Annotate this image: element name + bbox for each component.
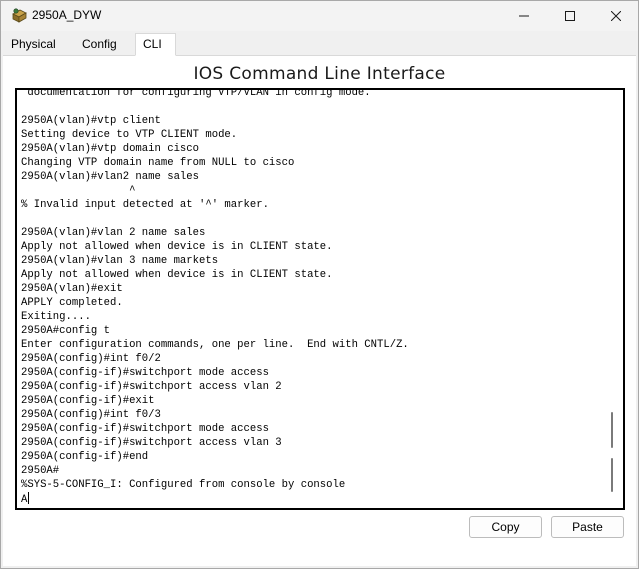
terminal-line: APPLY completed. — [21, 297, 123, 309]
terminal-line: Changing VTP domain name from NULL to ci… — [21, 157, 295, 169]
terminal-line: A — [21, 492, 30, 506]
terminal-line: 2950A(vlan)#vtp domain cisco — [21, 143, 200, 155]
tab-cli[interactable]: CLI — [135, 33, 176, 56]
tab-config[interactable]: Config — [74, 33, 131, 54]
terminal-line: Setting device to VTP CLIENT mode. — [21, 129, 238, 141]
terminal-line: 2950A(vlan)#vtp client — [21, 115, 161, 127]
text-cursor — [28, 492, 30, 504]
terminal-line: Apply not allowed when device is in CLIE… — [21, 241, 333, 253]
app-window: 2950A_DYW Physical Config CLI IOS Comman… — [0, 0, 639, 569]
tab-physical[interactable]: Physical — [3, 33, 69, 54]
terminal-line: % Invalid input detected at '^' marker. — [21, 199, 269, 211]
minimize-button[interactable] — [501, 1, 547, 31]
close-button[interactable] — [593, 1, 639, 31]
terminal-line: 2950A(config-if)#switchport access vlan … — [21, 381, 282, 393]
terminal-line: 2950A(vlan)#vlan 2 name sales — [21, 227, 206, 239]
paste-button[interactable]: Paste — [551, 516, 624, 538]
panel-title: IOS Command Line Interface — [193, 64, 446, 84]
terminal-line: %SYS-5-CONFIG_I: Configured from console… — [21, 479, 346, 491]
terminal-line: 2950A(config)#int f0/2 — [21, 353, 161, 365]
terminal-line: Enter configuration commands, one per li… — [21, 339, 409, 351]
cli-terminal[interactable]: documentation for configuring VTP/VLAN i… — [15, 88, 625, 510]
copy-button[interactable]: Copy — [469, 516, 542, 538]
terminal-line: Apply not allowed when device is in CLIE… — [21, 269, 333, 281]
terminal-line: ^ — [21, 185, 136, 197]
terminal-output: documentation for configuring VTP/VLAN i… — [21, 88, 601, 506]
terminal-line: 2950A(vlan)#vlan2 name sales — [21, 171, 200, 183]
minimize-icon — [519, 15, 529, 17]
terminal-line: documentation for configuring VTP/VLAN i… — [21, 88, 371, 99]
scrollbar-thumb[interactable] — [611, 412, 613, 448]
terminal-line: 2950A# — [21, 465, 60, 477]
terminal-line: 2950A(config)#int f0/3 — [21, 409, 161, 421]
scrollbar-thumb-lower[interactable] — [611, 458, 613, 492]
terminal-line: 2950A(config-if)#switchport mode access — [21, 423, 269, 435]
terminal-line: 2950A(vlan)#exit — [21, 283, 123, 295]
terminal-line: 2950A(config-if)#switchport mode access — [21, 367, 269, 379]
title-bar[interactable]: 2950A_DYW — [1, 1, 638, 31]
terminal-line: 2950A(config-if)#end — [21, 451, 149, 463]
close-icon — [611, 11, 621, 21]
terminal-line: 2950A#config t — [21, 325, 111, 337]
maximize-button[interactable] — [547, 1, 593, 31]
packet-tracer-switch-icon — [12, 8, 27, 23]
terminal-line: 2950A(config-if)#switchport access vlan … — [21, 437, 282, 449]
maximize-icon — [565, 11, 575, 21]
tab-bar: Physical Config CLI — [3, 33, 636, 56]
terminal-line: 2950A(vlan)#vlan 3 name markets — [21, 255, 219, 267]
terminal-line: 2950A(config-if)#exit — [21, 395, 155, 407]
window-title: 2950A_DYW — [32, 8, 102, 22]
cli-panel: IOS Command Line Interface documentation… — [3, 56, 636, 566]
terminal-line: Exiting.... — [21, 311, 91, 323]
